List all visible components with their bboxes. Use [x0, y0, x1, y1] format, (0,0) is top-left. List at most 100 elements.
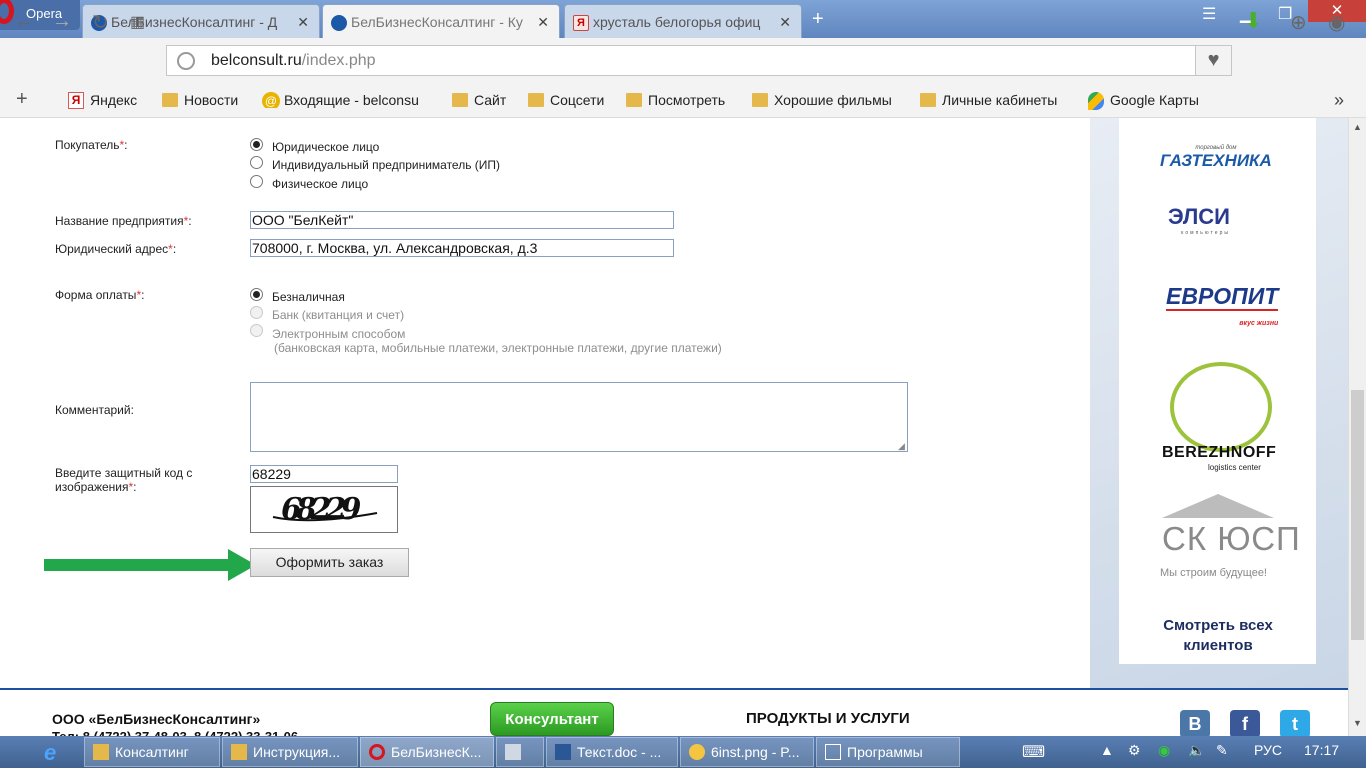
legal-address-label: Юридический адрес*: — [55, 242, 177, 256]
url-path: /index.php — [301, 52, 376, 69]
bookmark-label: Сайт — [474, 92, 507, 108]
tab-menu-icon[interactable]: ☰ — [1202, 4, 1216, 24]
buyer-radio-ip[interactable] — [250, 156, 263, 169]
vertical-scrollbar[interactable]: ▲ ▼ — [1348, 118, 1366, 736]
buyer-label: Покупатель*: — [55, 138, 128, 152]
maps-icon — [1088, 92, 1104, 110]
bookmark-label: Новости — [184, 92, 239, 108]
buyer-option-individual: Физическое лицо — [272, 177, 369, 191]
twitter-icon[interactable]: t — [1280, 710, 1310, 738]
bookmark-accounts[interactable]: Личные кабинеты — [920, 92, 1057, 108]
bookmark-yandex[interactable]: Я Яндекс — [68, 92, 138, 109]
tray-expand-icon[interactable]: ▲ — [1100, 742, 1114, 758]
taskbar-item-paint[interactable]: 6inst.png - P... — [680, 737, 814, 767]
bookmark-news[interactable]: Новости — [162, 92, 238, 108]
bookmark-google-maps[interactable]: Google Карты — [1088, 92, 1199, 110]
back-icon[interactable]: ← — [14, 10, 34, 33]
green-arrow-icon — [44, 549, 256, 581]
bookmark-watch[interactable]: Посмотреть — [626, 92, 725, 108]
bookmark-label: Яндекс — [90, 92, 138, 108]
roof-icon — [1162, 494, 1274, 518]
calculator-icon — [505, 744, 521, 760]
keyboard-icon[interactable]: ⌨ — [1022, 742, 1045, 762]
update-icon[interactable]: ⊕ — [1290, 10, 1307, 35]
taskbar-item-word[interactable]: Текст.doc - ... — [546, 737, 678, 767]
close-tab-icon[interactable]: ✕ — [537, 14, 549, 31]
download-icon[interactable]: ⬇ — [1244, 8, 1262, 34]
yandex-icon: Я — [573, 15, 589, 31]
scroll-down-icon[interactable]: ▼ — [1353, 718, 1362, 728]
bookmark-social[interactable]: Соцсети — [528, 92, 604, 108]
network-icon[interactable]: ⚙ — [1128, 742, 1141, 759]
all-clients-link[interactable]: Смотреть всех клиентов — [1140, 616, 1296, 656]
bookmark-label: Google Карты — [1110, 92, 1199, 108]
resize-handle-icon[interactable]: ◢ — [898, 441, 905, 452]
facebook-icon[interactable]: f — [1230, 710, 1260, 738]
captcha-image: 68229 — [250, 486, 398, 533]
tab-1[interactable]: БелБизнесКонсалтинг - Ку ✕ — [322, 4, 560, 38]
clock[interactable]: 17:17 — [1304, 742, 1339, 758]
client-logo-elsi[interactable]: ЭЛСИ компьютеры — [1168, 204, 1230, 236]
client-logo-evropit[interactable]: ЕВРОПИТ вкус жизни — [1166, 283, 1279, 327]
payment-radio-bank[interactable] — [250, 306, 263, 319]
close-tab-icon[interactable]: ✕ — [779, 14, 791, 31]
taskbar-toolbar-programs[interactable]: Программы — [816, 737, 960, 767]
folder-icon — [528, 93, 544, 107]
company-name-input[interactable]: ООО "БелКейт" — [250, 211, 674, 229]
buyer-option-legal: Юридическое лицо — [272, 140, 380, 154]
buyer-radio-legal[interactable] — [250, 138, 263, 151]
bookmark-label: Входящие - belconsu — [284, 92, 419, 108]
taskbar-item-opera[interactable]: БелБизнесК... — [360, 737, 494, 767]
opera-icon — [369, 744, 385, 760]
yandex-icon: Я — [68, 92, 84, 109]
taskbar-item-calculator[interactable] — [496, 737, 544, 767]
comment-label: Комментарий: — [55, 403, 134, 417]
address-bar[interactable]: belconsult.ru/index.php — [166, 45, 1196, 76]
taskbar-label: Текст.doc - ... — [577, 744, 662, 760]
bookmark-inbox[interactable]: @ Входящие - belconsu — [262, 92, 432, 108]
volume-icon[interactable]: 🔈 — [1188, 742, 1205, 759]
consultant-button[interactable]: Консультант — [490, 702, 614, 736]
scroll-up-icon[interactable]: ▲ — [1353, 122, 1362, 132]
legal-address-input[interactable]: 708000, г. Москва, ул. Александровская, … — [250, 239, 674, 257]
new-tab-icon[interactable]: + — [812, 8, 824, 31]
reload-icon[interactable]: ↻ — [92, 10, 109, 35]
antivirus-icon[interactable]: ◉ — [1158, 742, 1170, 759]
payment-option-bank: Банк (квитанция и счет) — [272, 308, 405, 322]
client-logo-sk-yusp[interactable]: СК ЮСП — [1162, 520, 1301, 558]
footer-products-heading: ПРОДУКТЫ И УСЛУГИ — [746, 710, 910, 727]
taskbar-item-consulting[interactable]: Консалтинг — [84, 737, 220, 767]
buyer-radio-individual[interactable] — [250, 175, 263, 188]
folder-icon — [452, 93, 468, 107]
speed-dial-icon[interactable]: ▦ — [130, 12, 145, 32]
payment-radio-cashless[interactable] — [250, 288, 263, 301]
pen-icon[interactable]: ✎ — [1216, 742, 1228, 759]
tab-0[interactable]: БелБизнесКонсалтинг - Д ✕ — [82, 4, 320, 38]
language-indicator[interactable]: РУС — [1254, 742, 1282, 758]
taskbar-item-instruction[interactable]: Инструкция... — [222, 737, 358, 767]
heart-bookmark-icon[interactable]: ♥ — [1196, 45, 1232, 76]
taskbar-label: Консалтинг — [115, 744, 189, 760]
bookmark-label: Соцсети — [550, 92, 605, 108]
submit-order-button[interactable]: Оформить заказ — [250, 548, 409, 577]
internet-explorer-icon[interactable]: e — [44, 740, 74, 766]
scrollbar-thumb[interactable] — [1351, 390, 1364, 640]
comment-textarea[interactable] — [250, 382, 908, 452]
vk-icon[interactable]: В — [1180, 710, 1210, 738]
captcha-input[interactable]: 68229 — [250, 465, 398, 483]
berezhnoff-bird-icon — [1170, 362, 1272, 452]
more-bookmarks-icon[interactable]: » — [1334, 90, 1344, 111]
close-tab-icon[interactable]: ✕ — [297, 14, 309, 31]
client-logo-berezhnoff[interactable]: BEREZHNOFF — [1162, 444, 1276, 462]
tab-2[interactable]: Я хрусталь белогорья офиц ✕ — [564, 4, 802, 38]
mail-icon: @ — [262, 92, 280, 108]
taskbar-label: Инструкция... — [253, 744, 341, 760]
bookmark-films[interactable]: Хорошие фильмы — [752, 92, 892, 108]
account-icon[interactable]: ◉ — [1328, 10, 1345, 35]
bookmark-label: Посмотреть — [648, 92, 726, 108]
client-logo-gaztechnika[interactable]: торговый дом ГАЗТЕХНИКА — [1160, 145, 1272, 171]
bookmark-site[interactable]: Сайт — [452, 92, 506, 108]
forward-icon[interactable]: → — [52, 10, 72, 33]
payment-radio-electronic[interactable] — [250, 324, 263, 337]
add-bookmark-icon[interactable]: + — [16, 88, 28, 111]
